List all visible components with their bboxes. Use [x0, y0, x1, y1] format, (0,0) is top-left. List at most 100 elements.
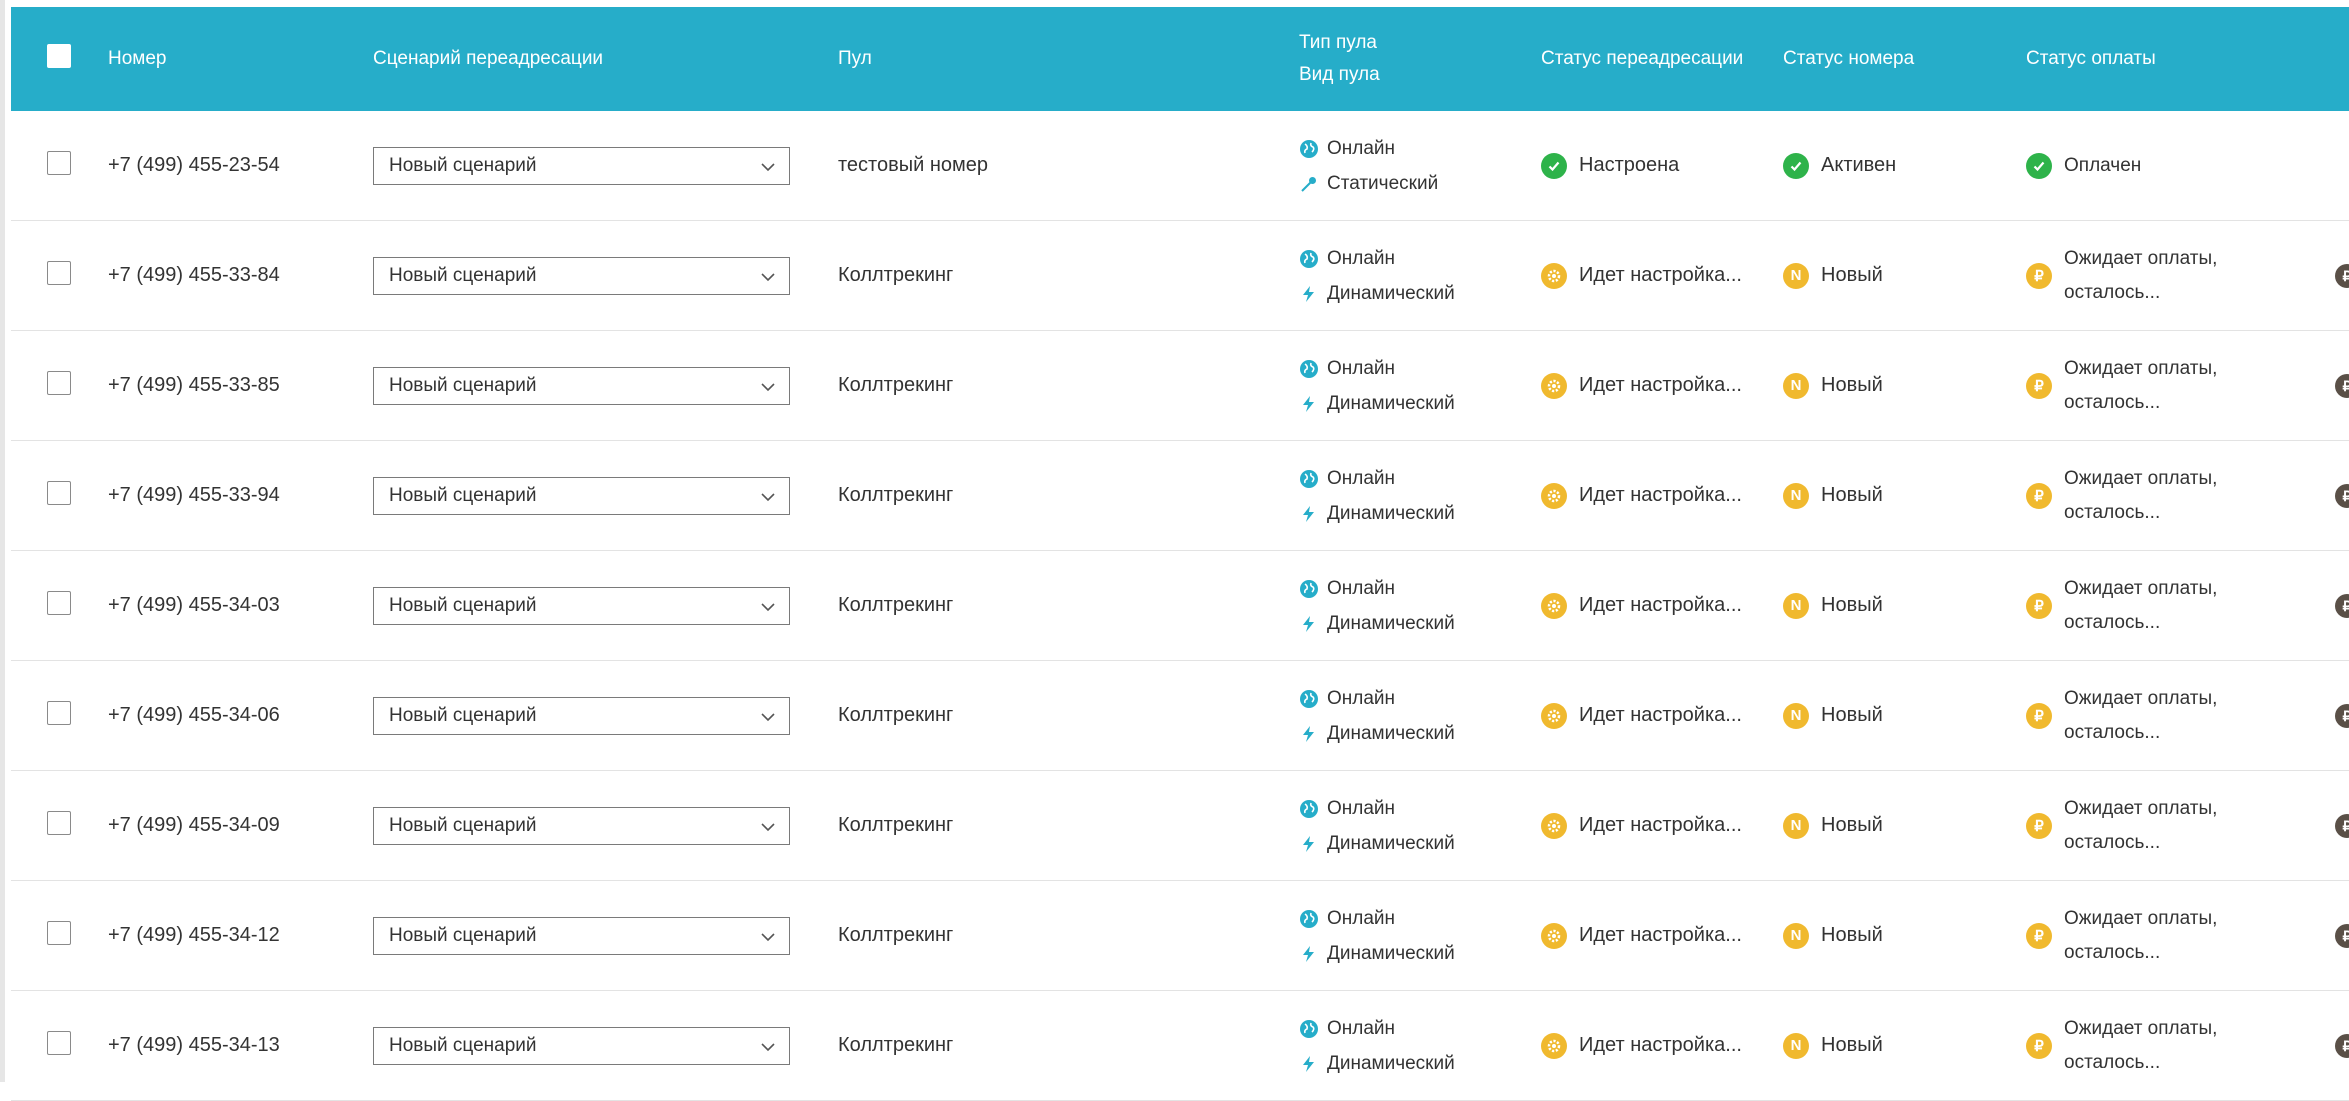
- row-checkbox[interactable]: [47, 481, 71, 505]
- ruble-icon[interactable]: ₽: [2335, 704, 2349, 728]
- number-status-label: Новый: [1821, 594, 1883, 616]
- chevron-down-icon: [761, 1043, 775, 1052]
- chevron-down-icon: [761, 383, 775, 392]
- table-row: +7 (499) 455-34-13 Новый сценарий Коллтр…: [11, 991, 2349, 1101]
- check-circle-icon: [2026, 152, 2052, 179]
- forward-status: Идет настройка...: [1541, 441, 1742, 550]
- new-badge-icon: N: [1783, 592, 1809, 619]
- header-number-status[interactable]: Статус номера: [1783, 7, 1914, 111]
- new-badge-icon: N: [1783, 482, 1809, 509]
- gear-icon: [1541, 1032, 1567, 1059]
- left-border: [0, 0, 5, 1082]
- scenario-select[interactable]: Новый сценарий: [373, 587, 790, 625]
- header-payment-status[interactable]: Статус оплаты: [2026, 7, 2156, 111]
- number-status: N Новый: [1783, 551, 1883, 660]
- scenario-select[interactable]: Новый сценарий: [373, 257, 790, 295]
- row-checkbox[interactable]: [47, 1031, 71, 1055]
- pool-kind-label: Динамический: [1327, 393, 1455, 414]
- pool-type: Онлайн: [1299, 681, 1455, 716]
- pool-kind: Динамический: [1299, 276, 1455, 311]
- forward-status-label: Идет настройка...: [1579, 704, 1742, 726]
- pool-name: Коллтрекинг: [838, 264, 954, 286]
- payment-status-line1: Ожидает оплаты,: [2064, 907, 2218, 929]
- scenario-select-value: Новый сценарий: [389, 265, 537, 286]
- phone-number: +7 (499) 455-23-54: [108, 154, 280, 176]
- payment-status-line2: осталось...: [2064, 831, 2161, 853]
- scenario-select[interactable]: Новый сценарий: [373, 147, 790, 185]
- ruble-icon[interactable]: ₽: [2335, 594, 2349, 618]
- payment-status-line1: Ожидает оплаты,: [2064, 247, 2218, 269]
- phone-number: +7 (499) 455-34-13: [108, 1034, 280, 1056]
- number-status: Активен: [1783, 111, 1896, 220]
- phone-number: +7 (499) 455-33-85: [108, 374, 280, 396]
- row-checkbox[interactable]: [47, 811, 71, 835]
- row-checkbox[interactable]: [47, 921, 71, 945]
- forward-status: Идет настройка...: [1541, 771, 1742, 880]
- scenario-select[interactable]: Новый сценарий: [373, 697, 790, 735]
- ruble-icon[interactable]: ₽: [2335, 374, 2349, 398]
- payment-status-line1: Ожидает оплаты,: [2064, 1017, 2218, 1039]
- table-row: +7 (499) 455-34-03 Новый сценарий Коллтр…: [11, 551, 2349, 661]
- table-row: +7 (499) 455-34-09 Новый сценарий Коллтр…: [11, 771, 2349, 881]
- select-all-checkbox[interactable]: [47, 44, 71, 68]
- lightning-icon: [1303, 945, 1314, 962]
- new-badge-icon: N: [1783, 922, 1809, 949]
- header-scenario[interactable]: Сценарий переадресации: [373, 7, 603, 111]
- new-badge-icon: N: [1783, 372, 1809, 399]
- gear-icon: [1541, 482, 1567, 509]
- lightning-icon: [1303, 395, 1314, 412]
- lightning-icon: [1303, 835, 1314, 852]
- ruble-icon[interactable]: ₽: [2335, 924, 2349, 948]
- row-checkbox[interactable]: [47, 701, 71, 725]
- globe-icon: [1300, 689, 1318, 708]
- pool-type-label: Онлайн: [1327, 358, 1396, 379]
- pool-kind-label: Динамический: [1327, 283, 1455, 304]
- ruble-icon[interactable]: ₽: [2335, 264, 2349, 288]
- header-pool[interactable]: Пул: [838, 7, 872, 111]
- payment-status: ₽ Ожидает оплаты, осталось...: [2026, 991, 2217, 1100]
- phone-number: +7 (499) 455-33-84: [108, 264, 280, 286]
- chevron-down-icon: [761, 933, 775, 942]
- row-checkbox[interactable]: [47, 591, 71, 615]
- pool-kind-label: Динамический: [1327, 613, 1455, 634]
- row-checkbox[interactable]: [47, 261, 71, 285]
- pool-kind: Динамический: [1299, 716, 1455, 751]
- gear-icon: [1541, 592, 1567, 619]
- forward-status-label: Идет настройка...: [1579, 374, 1742, 396]
- row-checkbox[interactable]: [47, 151, 71, 175]
- scenario-select[interactable]: Новый сценарий: [373, 917, 790, 955]
- chevron-down-icon: [761, 603, 775, 612]
- header-pool-type[interactable]: Тип пула Вид пула: [1299, 7, 1380, 111]
- numbers-table: Номер Сценарий переадресации Пул Тип пул…: [11, 7, 2349, 1101]
- scenario-select[interactable]: Новый сценарий: [373, 367, 790, 405]
- number-status: N Новый: [1783, 991, 1883, 1100]
- pool-type-label: Онлайн: [1327, 798, 1396, 819]
- payment-status: ₽ Ожидает оплаты, осталось...: [2026, 551, 2217, 660]
- forward-status: Идет настройка...: [1541, 331, 1742, 440]
- ruble-icon: ₽: [2026, 482, 2052, 509]
- row-checkbox[interactable]: [47, 371, 71, 395]
- lightning-icon: [1303, 505, 1314, 522]
- scenario-select[interactable]: Новый сценарий: [373, 477, 790, 515]
- forward-status-label: Идет настройка...: [1579, 264, 1742, 286]
- forward-status: Идет настройка...: [1541, 661, 1742, 770]
- chevron-down-icon: [761, 273, 775, 282]
- ruble-icon[interactable]: ₽: [2335, 484, 2349, 508]
- header-forward-status[interactable]: Статус переадресации: [1541, 7, 1743, 111]
- scenario-select-value: Новый сценарий: [389, 155, 537, 176]
- scenario-select[interactable]: Новый сценарий: [373, 1027, 790, 1065]
- gear-icon: [1541, 922, 1567, 949]
- pool-type: Онлайн: [1299, 791, 1455, 826]
- pool-type-cell: Онлайн Динамический: [1299, 1011, 1455, 1081]
- globe-icon: [1300, 139, 1318, 158]
- ruble-icon[interactable]: ₽: [2335, 814, 2349, 838]
- pool-type-cell: Онлайн Динамический: [1299, 351, 1455, 421]
- number-status: N Новый: [1783, 441, 1883, 550]
- pool-type: Онлайн: [1299, 131, 1438, 166]
- check-circle-icon: [1783, 152, 1809, 179]
- ruble-icon[interactable]: ₽: [2335, 1034, 2349, 1058]
- header-number[interactable]: Номер: [108, 7, 166, 111]
- scenario-select[interactable]: Новый сценарий: [373, 807, 790, 845]
- payment-status-line2: осталось...: [2064, 1051, 2161, 1073]
- pool-kind-label: Динамический: [1327, 833, 1455, 854]
